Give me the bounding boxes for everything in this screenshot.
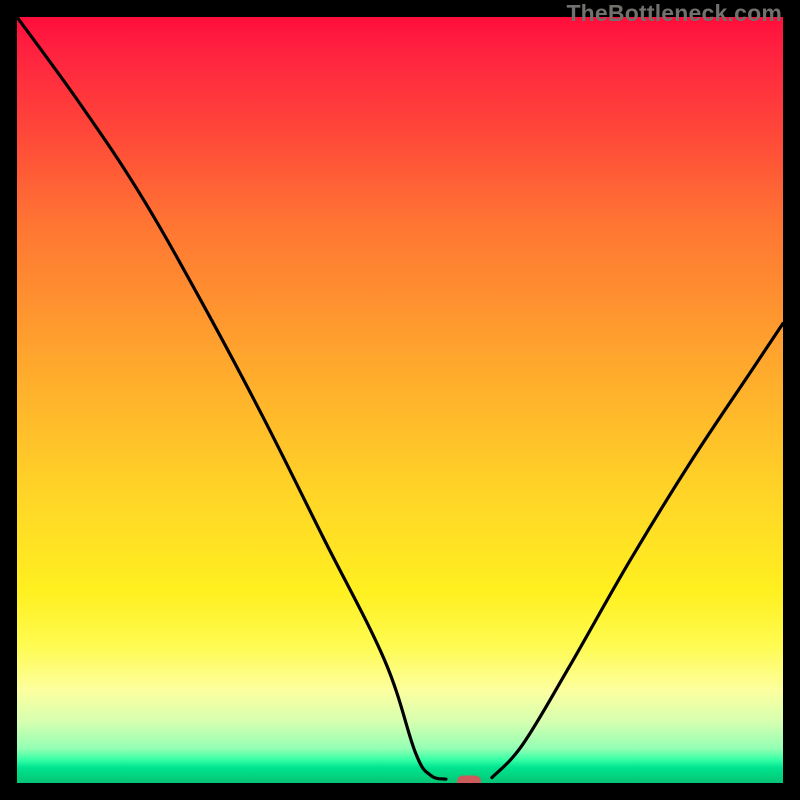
bottleneck-chart bbox=[17, 17, 783, 783]
minimum-marker bbox=[457, 775, 481, 783]
bottleneck-curve-left bbox=[17, 17, 446, 779]
attribution-label: TheBottleneck.com bbox=[566, 0, 782, 27]
bottleneck-curve-right bbox=[492, 323, 783, 777]
chart-svg-overlay bbox=[17, 17, 783, 783]
